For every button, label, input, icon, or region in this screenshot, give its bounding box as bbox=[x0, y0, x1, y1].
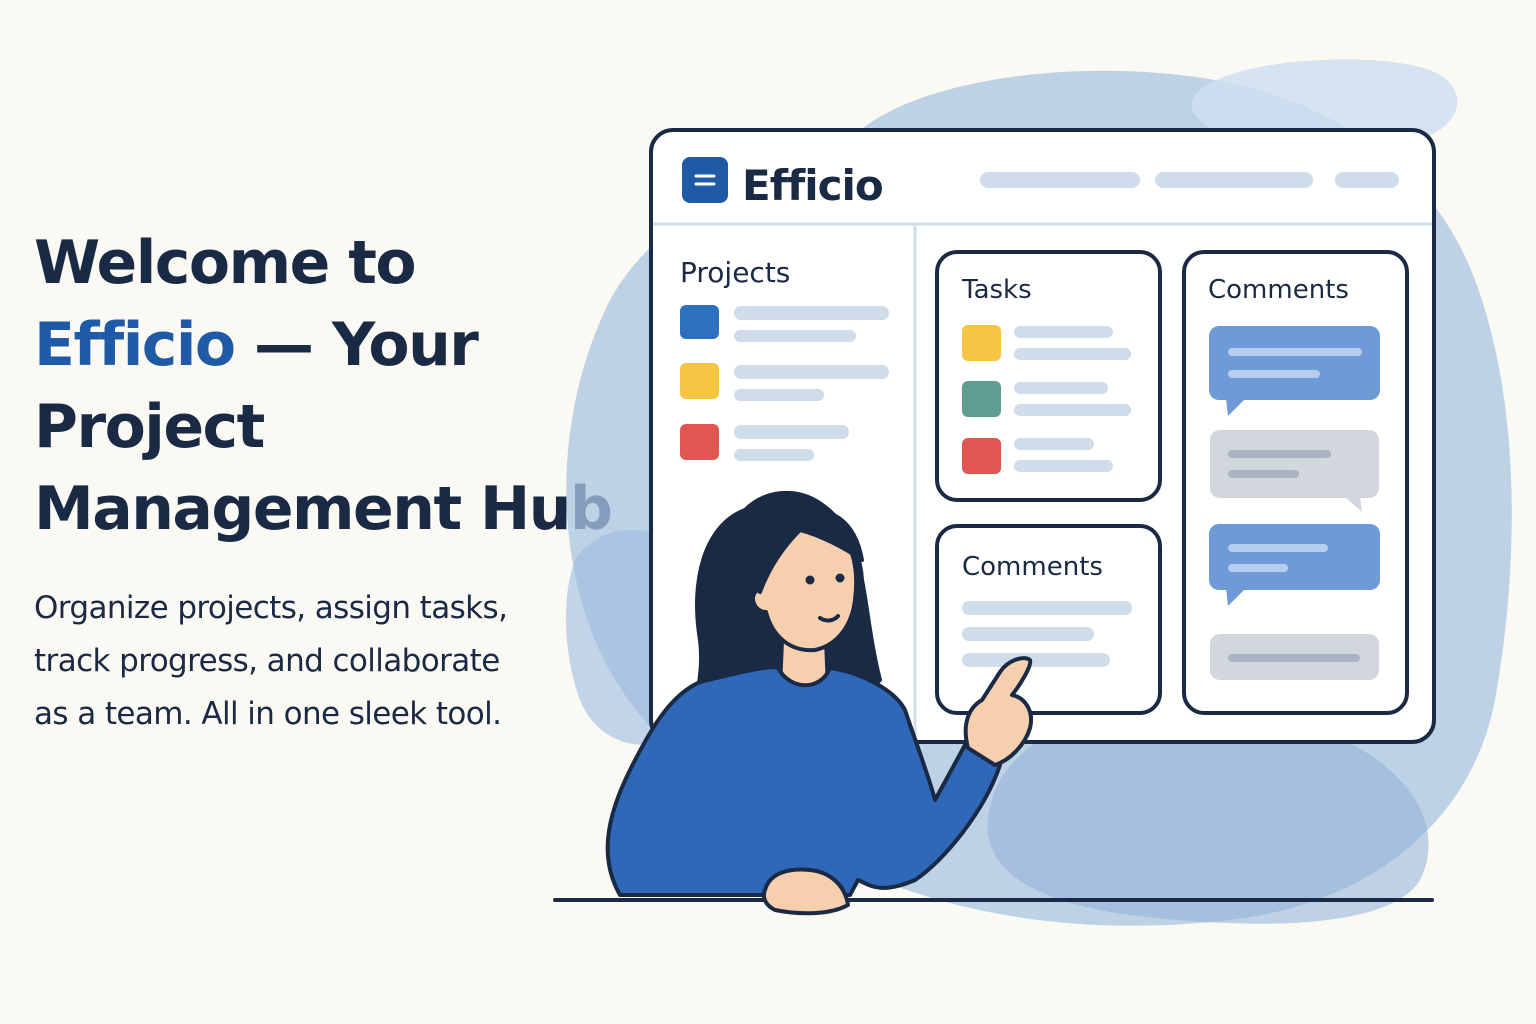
projects-heading: Projects bbox=[680, 256, 790, 289]
nav-placeholder bbox=[1335, 172, 1399, 188]
nav-placeholder bbox=[980, 172, 1140, 188]
task-color-swatch bbox=[962, 438, 1001, 474]
nav-placeholder bbox=[1155, 172, 1313, 188]
chat-bubble-gray bbox=[1210, 634, 1379, 680]
eye-left bbox=[805, 575, 815, 585]
task-color-swatch bbox=[962, 325, 1001, 361]
task-line bbox=[1014, 438, 1094, 450]
project-line bbox=[734, 330, 856, 342]
comment-line bbox=[962, 653, 1110, 667]
task-line bbox=[1014, 326, 1113, 338]
comment-line bbox=[962, 627, 1094, 641]
task-line bbox=[1014, 460, 1113, 472]
comments-card-small: Comments bbox=[935, 524, 1162, 715]
tasks-card: Tasks bbox=[935, 250, 1162, 502]
eye-right bbox=[835, 573, 845, 583]
project-line bbox=[734, 425, 849, 439]
task-line bbox=[1014, 382, 1108, 394]
comments-panel: Comments bbox=[1182, 250, 1409, 715]
project-line bbox=[734, 365, 889, 379]
task-line bbox=[1014, 348, 1131, 360]
project-color-swatch bbox=[680, 305, 719, 339]
project-color-swatch bbox=[680, 363, 719, 399]
tasks-heading: Tasks bbox=[961, 275, 1032, 305]
app-logo bbox=[682, 157, 728, 203]
project-line bbox=[734, 389, 824, 401]
project-line bbox=[734, 306, 889, 320]
project-color-swatch bbox=[680, 424, 719, 460]
comment-line bbox=[962, 601, 1132, 615]
project-line bbox=[734, 449, 814, 461]
app-logo-badge bbox=[682, 157, 728, 203]
comments-heading: Comments bbox=[1208, 275, 1349, 305]
comments-small-heading: Comments bbox=[962, 552, 1103, 582]
app-title: Efficio bbox=[742, 161, 883, 210]
task-color-swatch bbox=[962, 381, 1001, 417]
hero-illustration: Efficio Projects Tasks Comments Comments bbox=[553, 59, 1512, 926]
task-line bbox=[1014, 404, 1131, 416]
